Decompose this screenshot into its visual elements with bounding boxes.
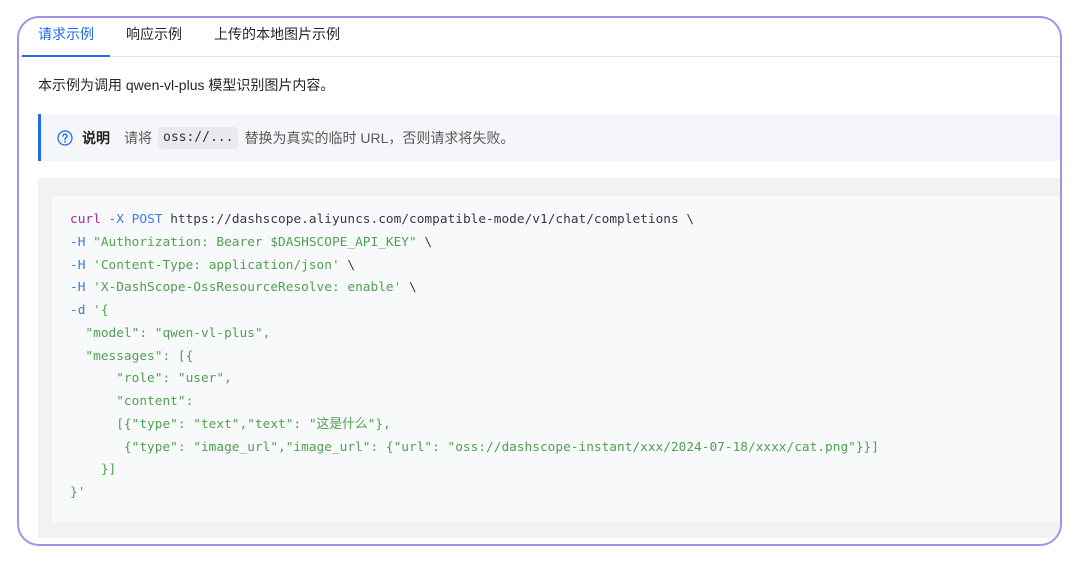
code-token: POST [123, 212, 163, 227]
code-line: [{"type": "text","text": "这是什么"}, [70, 414, 1042, 437]
tab-response-example[interactable]: 响应示例 [110, 18, 198, 56]
code-token: -d [70, 303, 86, 318]
example-description: 本示例为调用 qwen-vl-plus 模型识别图片内容。 [38, 77, 335, 93]
code-token: "role": "user", [70, 371, 232, 387]
code-token: \ [416, 234, 433, 250]
code-token: "Authorization: Bearer $DASHSCOPE_API_KE… [85, 234, 417, 250]
tab-request-example[interactable]: 请求示例 [22, 18, 110, 57]
note-title: 说明 [82, 129, 110, 146]
code-token: 'X-DashScope-OssResourceResolve: enable' [85, 280, 402, 296]
code-line: -d '{ [70, 300, 1042, 323]
code-line: curl -X POST https://dashscope.aliyuncs.… [70, 209, 1042, 232]
example-tabs: 请求示例 响应示例 上传的本地图片示例 [19, 18, 1060, 57]
code-line: "role": "user", [70, 368, 1042, 391]
code-line: "content": [70, 391, 1042, 414]
question-circle-icon [57, 129, 73, 146]
code-line: {"type": "image_url","image_url": {"url"… [70, 437, 1042, 460]
code-token: \ [339, 257, 356, 273]
code-line: -H 'Content-Type: application/json' \ [70, 255, 1042, 278]
code-line: -H "Authorization: Bearer $DASHSCOPE_API… [70, 232, 1042, 255]
code-content: curl -X POST https://dashscope.aliyuncs.… [70, 209, 1042, 505]
code-token: "model": "qwen-vl-plus", [70, 325, 271, 341]
code-token: \ [401, 280, 417, 296]
code-token: 'Content-Type: application/json' [85, 257, 340, 273]
code-token: "content": [70, 394, 194, 409]
code-token: '{ [85, 303, 109, 318]
code-token: https://dashscope.aliyuncs.com/compatibl… [162, 212, 695, 227]
code-token: -H [70, 257, 86, 273]
code-panel: curl -X POST https://dashscope.aliyuncs.… [52, 196, 1060, 522]
code-block: curl -X POST https://dashscope.aliyuncs.… [38, 178, 1060, 538]
example-panel: 请求示例 响应示例 上传的本地图片示例 本示例为调用 qwen-vl-plus … [17, 16, 1062, 546]
code-line: }] [70, 459, 1042, 482]
code-line: }' [70, 482, 1042, 505]
code-token: {"type": "image_url","image_url": {"url"… [70, 439, 879, 455]
note-text-before: 请将 [124, 129, 152, 146]
code-token: }] [70, 462, 117, 478]
code-token: -H [70, 280, 86, 296]
note-callout: 说明 请将 oss://... 替换为真实的临时 URL，否则请求将失败。 [38, 114, 1060, 161]
code-line: -H 'X-DashScope-OssResourceResolve: enab… [70, 277, 1042, 300]
tab-local-image-upload-example[interactable]: 上传的本地图片示例 [198, 18, 356, 56]
code-line: "model": "qwen-vl-plus", [70, 323, 1042, 346]
note-inline-code: oss://... [158, 126, 239, 149]
code-token: -X [100, 212, 124, 227]
code-token: -H [70, 234, 86, 250]
code-token: "messages": [{ [70, 348, 194, 364]
code-line: "messages": [{ [70, 346, 1042, 369]
note-text-after: 替换为真实的临时 URL，否则请求将失败。 [244, 129, 515, 146]
code-token: [{"type": "text","text": "这是什么"}, [70, 416, 391, 432]
code-token: curl [70, 212, 101, 227]
code-token: }' [70, 485, 86, 500]
